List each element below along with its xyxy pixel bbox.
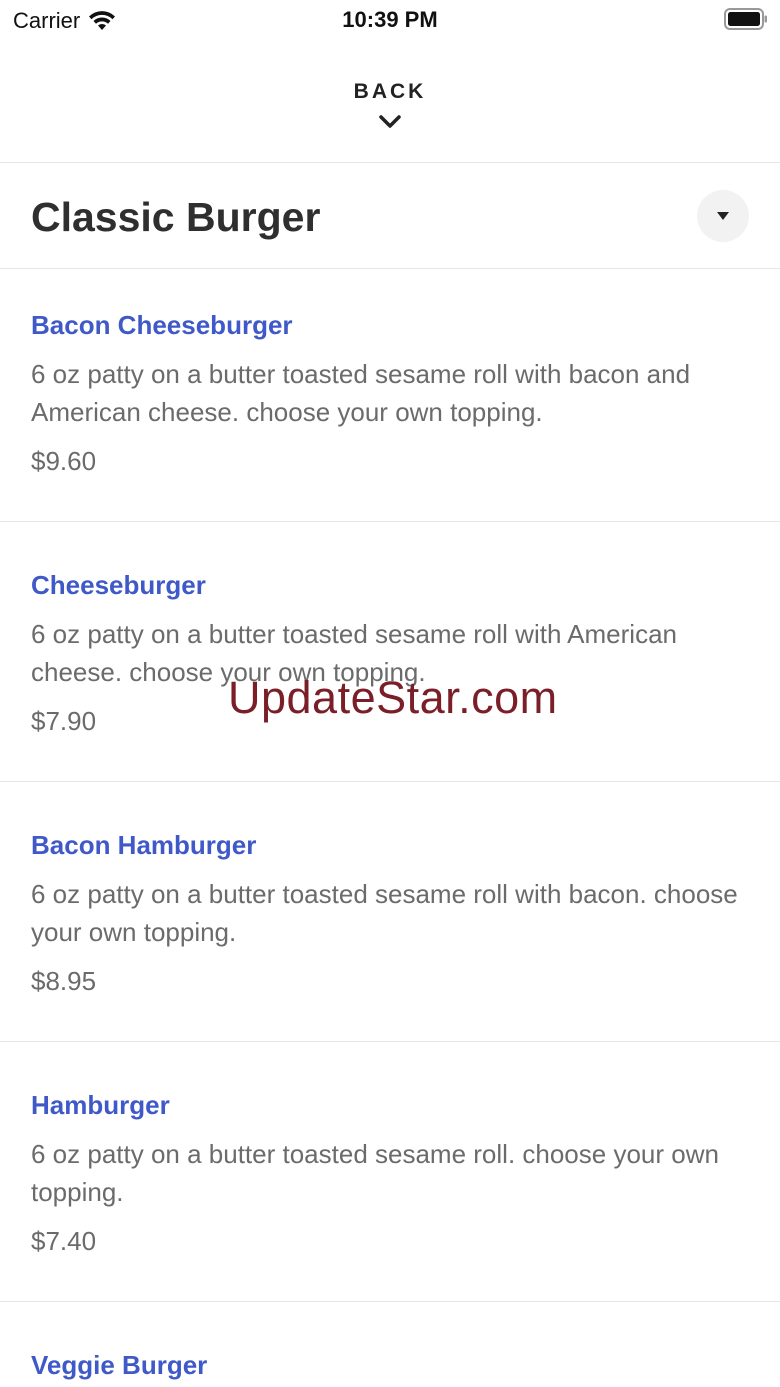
item-description: 6 oz patty on a butter toasted sesame ro… <box>31 1139 719 1207</box>
item-price: $8.95 <box>31 966 97 996</box>
menu-item[interactable]: Bacon Hamburger 6 oz patty on a butter t… <box>0 782 780 1042</box>
item-name: Veggie Burger <box>31 1350 208 1380</box>
category-dropdown-button[interactable] <box>697 190 749 242</box>
status-bar: Carrier 10:39 PM <box>0 0 780 40</box>
menu-item[interactable]: Veggie Burger <box>0 1302 780 1387</box>
back-button[interactable]: BACK <box>0 40 780 163</box>
item-price: $7.90 <box>31 706 97 736</box>
item-price: $7.40 <box>31 1226 97 1256</box>
item-description: 6 oz patty on a butter toasted sesame ro… <box>31 359 691 427</box>
item-name: Bacon Hamburger <box>31 830 257 860</box>
menu-item[interactable]: Hamburger 6 oz patty on a butter toasted… <box>0 1042 780 1302</box>
menu-item[interactable]: Bacon Cheeseburger 6 oz patty on a butte… <box>0 270 780 522</box>
menu-item[interactable]: Cheeseburger 6 oz patty on a butter toas… <box>0 522 780 782</box>
item-price: $9.60 <box>31 446 97 476</box>
category-title: Classic Burger <box>31 194 321 240</box>
item-description: 6 oz patty on a butter toasted sesame ro… <box>31 879 738 947</box>
watermark: UpdateStar.com <box>228 672 558 723</box>
back-label: BACK <box>353 80 427 103</box>
item-name: Cheeseburger <box>31 570 206 600</box>
status-time: 10:39 PM <box>342 7 438 32</box>
caret-down-icon <box>717 212 729 220</box>
chevron-down-icon <box>379 115 401 128</box>
battery-icon <box>724 8 767 30</box>
category-header: Classic Burger <box>0 164 780 269</box>
item-name: Hamburger <box>31 1090 170 1120</box>
item-name: Bacon Cheeseburger <box>31 310 293 340</box>
